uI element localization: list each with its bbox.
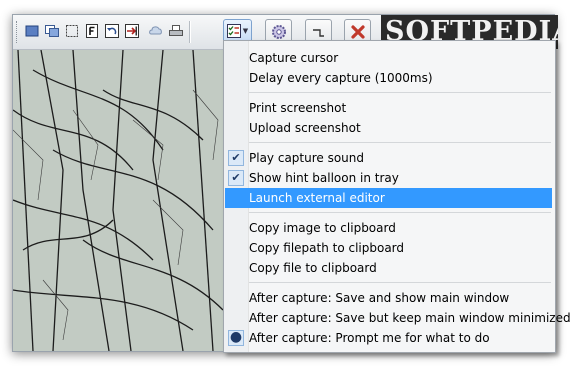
letter-f-icon: [86, 24, 98, 38]
import-arrow-icon: [125, 24, 139, 38]
gear-icon: [271, 25, 286, 39]
menu-item-label: Print screenshot: [249, 101, 347, 115]
undo-arrow-icon: [105, 24, 119, 38]
menu-item-label: After capture: Save but keep main window…: [249, 311, 571, 325]
checklist-icon: [226, 24, 241, 38]
capture-fullscreen-button[interactable]: [23, 21, 41, 41]
menu-item-after-save-show[interactable]: After capture: Save and show main window: [225, 288, 552, 308]
region-icon: [66, 25, 78, 37]
menu-separator: [249, 92, 551, 93]
menu-item-label: After capture: Prompt me for what to do: [249, 331, 490, 345]
monitor-icon: [25, 25, 39, 37]
open-file-button[interactable]: [123, 21, 141, 41]
print-button[interactable]: [167, 21, 185, 41]
menu-item-label: After capture: Save and show main window: [249, 291, 510, 305]
menu-item-label: Upload screenshot: [249, 121, 361, 135]
checkmark-icon: ✔: [228, 150, 244, 166]
capture-freehand-button[interactable]: [83, 21, 101, 41]
radio-dot-icon: ●: [228, 329, 244, 346]
menu-item-delay-capture[interactable]: Delay every capture (1000ms): [225, 68, 552, 88]
menu-item-launch-external-editor[interactable]: Launch external editor: [225, 188, 552, 208]
checkmark-icon: ✔: [228, 170, 244, 186]
menu-item-label: Capture cursor: [249, 51, 339, 65]
menu-item-label: Copy image to clipboard: [249, 221, 396, 235]
menu-separator: [249, 212, 551, 213]
capture-window-button[interactable]: [43, 21, 61, 41]
close-icon: [350, 25, 365, 39]
menu-item-label: Copy filepath to clipboard: [249, 241, 405, 255]
window-icon: [45, 25, 59, 37]
toolbar-separator: [189, 21, 190, 43]
menu-item-capture-cursor[interactable]: Capture cursor: [225, 48, 552, 68]
menu-item-label: Launch external editor: [249, 191, 385, 205]
menu-item-copy-file[interactable]: Copy file to clipboard: [225, 258, 552, 278]
menu-item-label: Delay every capture (1000ms): [249, 71, 433, 85]
printer-icon: [169, 25, 183, 36]
menu-item-after-save-minimized[interactable]: After capture: Save but keep main window…: [225, 308, 571, 328]
menu-item-label: Play capture sound: [249, 151, 365, 165]
menu-item-label: Show hint balloon in tray: [249, 171, 399, 185]
menu-separator: [249, 142, 551, 143]
toolbar-grip[interactable]: [16, 21, 20, 43]
repeat-capture-button[interactable]: [103, 21, 121, 41]
menu-item-label: Copy file to clipboard: [249, 261, 377, 275]
capture-region-button[interactable]: [63, 21, 81, 41]
menu-item-copy-image[interactable]: Copy image to clipboard: [225, 218, 552, 238]
menu-separator: [249, 282, 551, 283]
menu-item-print-screenshot[interactable]: Print screenshot: [225, 98, 552, 118]
upload-button[interactable]: [147, 21, 165, 41]
menu-item-play-capture-sound[interactable]: ✔ Play capture sound: [225, 148, 552, 168]
chevron-down-icon: ▼: [242, 27, 249, 35]
upload-cloud-icon: [149, 26, 162, 35]
menu-item-show-hint-balloon[interactable]: ✔ Show hint balloon in tray: [225, 168, 552, 188]
options-dropdown-menu: Capture cursor Delay every capture (1000…: [223, 40, 571, 353]
enter-arrow-icon: [312, 29, 324, 37]
menu-item-upload-screenshot[interactable]: Upload screenshot: [225, 118, 552, 138]
menu-item-copy-filepath[interactable]: Copy filepath to clipboard: [225, 238, 552, 258]
menu-item-after-prompt[interactable]: ● After capture: Prompt me for what to d…: [225, 328, 552, 348]
